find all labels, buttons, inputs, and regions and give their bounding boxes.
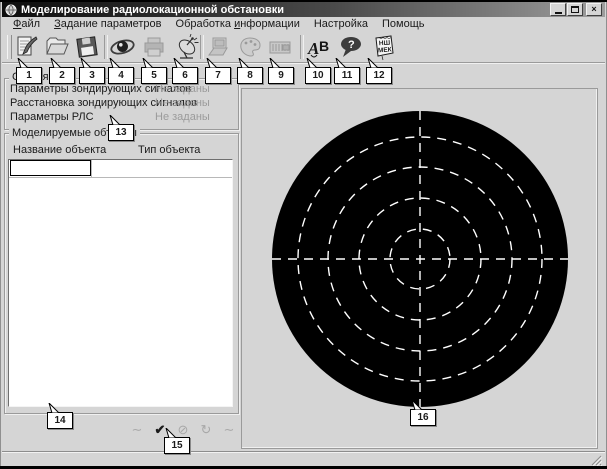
callout-3: 3 [79,67,105,84]
toolbar-button-radar[interactable] [171,33,201,61]
menu-item-2[interactable]: Задание параметров [47,18,168,30]
app-globe-icon [5,4,17,16]
state-row-label: Параметры РЛС [10,111,94,123]
toolbar-button-save[interactable] [72,33,102,61]
toolbar-button-font[interactable]: A B [304,33,334,61]
callout-15: 15 [164,437,190,454]
state-row-value: Не заданы [155,111,210,123]
callout-13: 13 [108,124,134,141]
radar-panel [241,88,598,449]
menu-item-4[interactable]: Настройка [307,18,375,30]
menu-item-3[interactable]: Обработка информации [169,18,307,30]
nav-next-icon[interactable]: ∼ [220,423,238,436]
maximize-button[interactable] [567,3,583,16]
close-icon: × [591,5,596,14]
callout-4: 4 [108,67,134,84]
svg-text:B: B [319,38,329,54]
palette-icon [237,34,263,60]
open-folder-icon [44,34,70,60]
svg-text:A: A [307,39,319,58]
callout-16: 16 [410,409,436,426]
minimize-button[interactable] [550,3,566,16]
state-row-value: Не заданы [155,83,210,95]
nav-prev-icon[interactable]: ∼ [128,423,146,436]
window-title: Моделирование радиолокационной обстановк… [21,4,284,16]
maximize-icon [571,6,579,13]
toolbar-button-computer[interactable] [203,33,233,61]
callout-1: 1 [16,67,42,84]
menu-item-1[interactable]: Файл [6,18,47,30]
svg-text:МЕК: МЕК [377,46,391,54]
column-header-object-type: Тип объекта [138,144,200,156]
app-window: Моделирование радиолокационной обстановк… [0,0,607,469]
printer-icon [141,34,167,60]
toolbar: A B ? НШ МЕК [2,31,605,63]
laptop-icon [205,34,231,60]
grid-column-divider [91,160,92,177]
radar-display [242,89,597,448]
toolbar-button-note[interactable]: НШ МЕК [368,33,398,61]
save-floppy-icon [74,34,100,60]
objects-grid[interactable] [8,159,233,407]
svg-text:?: ? [348,39,355,51]
callout-8: 8 [237,67,263,84]
font-ab-icon: A B [306,34,333,60]
note-paper-icon: НШ МЕК [370,34,397,61]
title-bar[interactable]: Моделирование радиолокационной обстановк… [2,2,605,17]
callout-2: 2 [49,67,75,84]
callout-6: 6 [172,67,198,84]
callout-5: 5 [141,67,167,84]
toolbar-button-open[interactable] [42,33,72,61]
menu-bar: ФайлЗадание параметровОбработка информац… [2,17,607,31]
toolbar-button-palette[interactable] [235,33,265,61]
new-document-icon [14,34,40,60]
state-row-value: Не заданы [155,97,210,109]
column-header-object-name: Название объекта [13,144,106,156]
satellite-dish-icon [173,34,200,61]
resize-grip-icon[interactable] [590,454,602,466]
toolbar-button-new-document[interactable] [12,33,42,61]
status-bar [2,452,605,467]
callout-11: 11 [334,67,360,84]
toolbar-button-print[interactable] [139,33,169,61]
callout-14: 14 [47,412,73,429]
grid-row-divider [9,177,232,178]
toolbar-button-help[interactable]: ? [336,33,366,61]
eye-orbit-icon [109,34,136,60]
callout-12: 12 [366,67,392,84]
callout-10: 10 [305,67,331,84]
close-button[interactable]: × [586,3,602,16]
menu-item-5[interactable]: Помощь [375,18,432,30]
callout-9: 9 [268,67,294,84]
record-navigator: ∼ ✔ ⊘ ↻ ∼ [128,420,238,438]
media-cartridge-icon [267,34,293,60]
refresh-icon[interactable]: ↻ [197,423,215,436]
help-bubble-icon: ? [338,34,364,60]
callout-7: 7 [205,67,231,84]
grid-focused-cell[interactable] [10,160,91,176]
toolbar-button-view[interactable] [107,33,137,61]
minimize-icon [555,12,562,14]
toolbar-button-media[interactable] [265,33,295,61]
